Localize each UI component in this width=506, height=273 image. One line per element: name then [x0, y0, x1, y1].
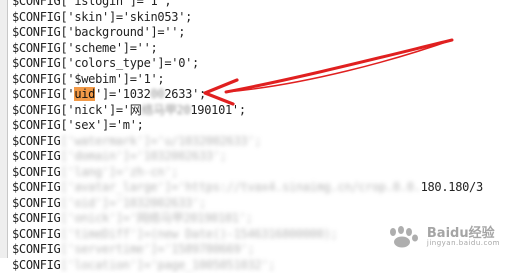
- code-line-blurred: $CONFIG['oid']='1032002633';: [12, 196, 506, 212]
- watermark-url: jingyan.baidu.com: [427, 240, 500, 247]
- redacted-text: ['onick']='网络马甲20190101';: [60, 211, 252, 225]
- code-text: $CONFIG['$webim']='1';: [12, 72, 164, 86]
- redacted-text: ['servertime']='1589780669';: [60, 242, 254, 256]
- redacted-text: 络马甲20: [141, 103, 190, 117]
- code-text: $CONFIG['scheme']='';: [12, 41, 157, 55]
- code-line-uid: $CONFIG['uid']='1032002633';: [12, 87, 506, 103]
- code-line-blurred: $CONFIG['location']='page_1005051032';: [12, 258, 506, 273]
- code-text: $CONFIG: [12, 134, 60, 148]
- code-text: $CONFIG: [12, 211, 60, 225]
- baidu-paw-icon: [385, 226, 423, 248]
- code-text: ']='1032: [95, 87, 150, 101]
- code-text: $CONFIG['skin']='skin053';: [12, 10, 192, 24]
- code-text: $CONFIG: [12, 165, 60, 179]
- redacted-text: ['avatar_large']='https://tvax4.sinaimg.…: [60, 180, 420, 194]
- code-text: $CONFIG['nick']='网: [12, 103, 141, 117]
- code-line: $CONFIG['scheme']='';: [12, 41, 506, 57]
- redacted-text: ['timeDiff']=(new Date()-1546316800000);: [60, 227, 337, 241]
- redacted-text: 00: [151, 87, 165, 101]
- code-line-blurred: $CONFIG['watermark']='u/1032002633';: [12, 134, 506, 150]
- code-text: $CONFIG: [12, 180, 60, 194]
- code-text: $CONFIG['colors_type']='0';: [12, 56, 199, 70]
- redacted-text: ['location']='page_1005051032';: [60, 258, 275, 272]
- code-text: 180.180/3: [421, 180, 483, 194]
- redacted-text: ['lang']='zh-cn';: [60, 165, 178, 179]
- code-text: $CONFIG: [12, 258, 60, 272]
- editor-gutter: [0, 0, 8, 258]
- code-text: $CONFIG['sex']='m';: [12, 118, 144, 132]
- code-line: $CONFIG['sex']='m';: [12, 118, 506, 134]
- redacted-text: ['domain']='1032002633';: [60, 149, 226, 163]
- redacted-text: ['watermark']='u/1032002633';: [60, 134, 261, 148]
- code-text: 2633';: [164, 87, 206, 101]
- code-line-blurred: $CONFIG['domain']='1032002633';: [12, 149, 506, 165]
- code-line: $CONFIG['background']='';: [12, 25, 506, 41]
- code-line: $CONFIG['$webim']='1';: [12, 72, 506, 88]
- code-text: $CONFIG: [12, 149, 60, 163]
- code-text: $CONFIG['background']='';: [12, 25, 185, 39]
- code-text: $CONFIG['islogin']='1';: [12, 0, 171, 8]
- code-line: $CONFIG['skin']='skin053';: [12, 10, 506, 26]
- code-text: 190101';: [190, 103, 245, 117]
- code-line-nick: $CONFIG['nick']='网络马甲20190101';: [12, 103, 506, 119]
- baidu-watermark: Baidu经验 jingyan.baidu.com: [385, 226, 500, 248]
- redacted-text: ['oid']='1032002633';: [60, 196, 205, 210]
- code-text: $CONFIG[': [12, 87, 74, 101]
- code-line: $CONFIG['colors_type']='0';: [12, 56, 506, 72]
- code-line-blurred: $CONFIG['avatar_large']='https://tvax4.s…: [12, 180, 506, 196]
- code-line: $CONFIG['islogin']='1';: [12, 0, 506, 10]
- highlighted-uid-key: uid: [74, 87, 95, 101]
- code-text: $CONFIG: [12, 196, 60, 210]
- code-text: $CONFIG: [12, 227, 60, 241]
- code-line-blurred: $CONFIG['onick']='网络马甲20190101';: [12, 211, 506, 227]
- code-line-blurred: $CONFIG['lang']='zh-cn';: [12, 165, 506, 181]
- code-text: $CONFIG: [12, 242, 60, 256]
